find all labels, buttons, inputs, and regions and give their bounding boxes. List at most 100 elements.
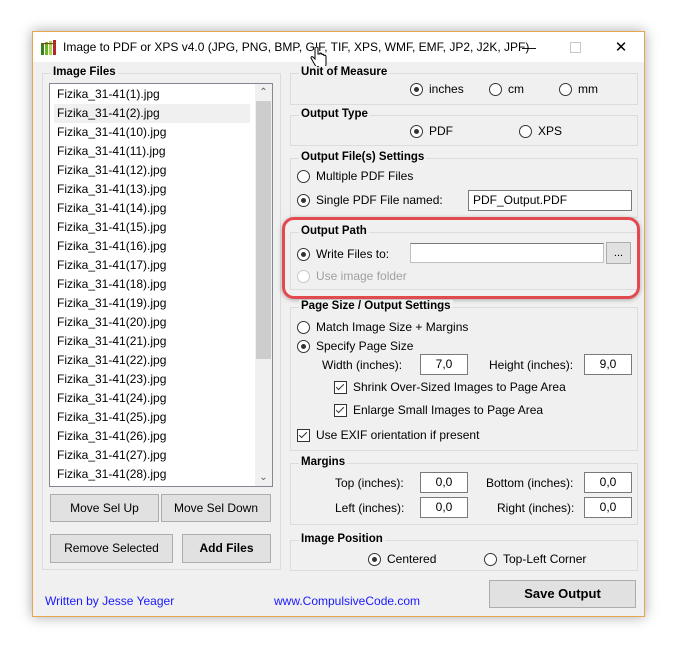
radio-unchecked-icon: [297, 169, 310, 183]
move-sel-down-button[interactable]: Move Sel Down: [161, 494, 271, 522]
unit-mm-radio[interactable]: mm: [559, 82, 598, 96]
file-list-item[interactable]: Fizika_31-41(2).jpg: [54, 104, 250, 123]
author-link[interactable]: Written by Jesse Yeager: [45, 594, 174, 608]
right-margin-input[interactable]: 0,0: [584, 497, 632, 518]
scroll-down-icon[interactable]: ⌄: [255, 469, 272, 486]
minimize-icon: —: [522, 39, 536, 55]
radio-checked-icon: [297, 339, 310, 353]
radio-checked-icon: [297, 193, 310, 207]
file-list-item[interactable]: Fizika_31-41(15).jpg: [54, 218, 250, 237]
move-sel-up-button[interactable]: Move Sel Up: [50, 494, 159, 522]
file-list-item[interactable]: Fizika_31-41(11).jpg: [54, 142, 250, 161]
unit-of-measure-group: Unit of Measure inches cm mm: [290, 66, 638, 105]
file-list-item[interactable]: Fizika_31-41(25).jpg: [54, 408, 250, 427]
output-pdf-radio[interactable]: PDF: [410, 124, 453, 138]
file-list-item[interactable]: Fizika_31-41(16).jpg: [54, 237, 250, 256]
single-pdf-radio[interactable]: Single PDF File named:: [297, 193, 443, 207]
website-link[interactable]: www.CompulsiveCode.com: [274, 594, 420, 608]
file-list-item[interactable]: Fizika_31-41(26).jpg: [54, 427, 250, 446]
checkbox-checked-icon: [297, 428, 310, 442]
use-exif-checkbox[interactable]: Use EXIF orientation if present: [297, 428, 479, 442]
file-list-item[interactable]: Fizika_31-41(12).jpg: [54, 161, 250, 180]
add-files-button[interactable]: Add Files: [182, 534, 271, 563]
radio-label: Single PDF File named:: [316, 193, 443, 207]
position-centered-radio[interactable]: Centered: [368, 552, 436, 566]
left-margin-input[interactable]: 0,0: [420, 497, 468, 518]
image-position-label: Image Position: [299, 533, 385, 545]
radio-label: PDF: [429, 124, 453, 138]
radio-label: Specify Page Size: [316, 339, 414, 353]
radio-label: XPS: [538, 124, 563, 138]
radio-unchecked-icon: [489, 82, 502, 96]
radio-label: inches: [429, 82, 464, 96]
file-list-item[interactable]: Fizika_31-41(14).jpg: [54, 199, 250, 218]
file-list-item[interactable]: Fizika_31-41(17).jpg: [54, 256, 250, 275]
remove-selected-button[interactable]: Remove Selected: [50, 534, 173, 563]
scroll-up-icon[interactable]: ⌃: [255, 84, 272, 101]
match-image-size-radio[interactable]: Match Image Size + Margins: [297, 320, 468, 334]
multiple-pdf-radio[interactable]: Multiple PDF Files: [297, 169, 413, 183]
page-size-group: Page Size / Output Settings Match Image …: [290, 300, 638, 451]
file-list-item[interactable]: Fizika_31-41(21).jpg: [54, 332, 250, 351]
height-input[interactable]: 9,0: [584, 354, 632, 375]
checkbox-label: Use EXIF orientation if present: [316, 428, 480, 442]
file-list-item[interactable]: Fizika_31-41(18).jpg: [54, 275, 250, 294]
margins-group: Margins Top (inches): 0,0 Bottom (inches…: [290, 456, 638, 525]
radio-label: Centered: [387, 552, 437, 566]
top-margin-label: Top (inches):: [335, 476, 404, 490]
title-bar[interactable]: Image to PDF or XPS v4.0 (JPG, PNG, BMP,…: [33, 32, 644, 69]
unit-inches-radio[interactable]: inches: [410, 82, 464, 96]
maximize-button[interactable]: [552, 32, 598, 62]
left-margin-label: Left (inches):: [335, 501, 405, 515]
save-output-button[interactable]: Save Output: [489, 580, 636, 608]
enlarge-small-checkbox[interactable]: Enlarge Small Images to Page Area: [334, 403, 543, 417]
bottom-margin-input[interactable]: 0,0: [584, 472, 632, 493]
output-type-group: Output Type PDF XPS: [290, 108, 638, 146]
width-input[interactable]: 7,0: [420, 354, 468, 375]
scroll-thumb[interactable]: [256, 101, 271, 359]
right-margin-label: Right (inches):: [497, 501, 575, 515]
unit-of-measure-label: Unit of Measure: [299, 66, 390, 78]
checkbox-checked-icon: [334, 403, 347, 417]
file-list-item[interactable]: Fizika_31-41(23).jpg: [54, 370, 250, 389]
file-list-item[interactable]: Fizika_31-41(24).jpg: [54, 389, 250, 408]
image-files-list[interactable]: Fizika_31-41(28).jpg Fizika_31-41(27).jpg…: [49, 83, 273, 487]
minimize-button[interactable]: —: [506, 32, 552, 62]
output-files-label: Output File(s) Settings: [299, 151, 427, 163]
file-list-item[interactable]: Fizika_31-41(28).jpg: [54, 465, 250, 484]
radio-unchecked-icon: [519, 124, 532, 138]
file-list-item[interactable]: Fizika_31-41(13).jpg: [54, 180, 250, 199]
app-window: Image to PDF or XPS v4.0 (JPG, PNG, BMP,…: [32, 31, 645, 617]
file-list-item[interactable]: Fizika_31-41(19).jpg: [54, 294, 250, 313]
close-icon: ✕: [614, 39, 628, 56]
radio-label: Match Image Size + Margins: [316, 320, 469, 334]
file-list-item[interactable]: Fizika_31-41(1).jpg: [54, 85, 250, 104]
radio-label: cm: [508, 82, 524, 96]
radio-checked-icon: [368, 552, 381, 566]
margins-label: Margins: [299, 456, 348, 468]
file-list-item[interactable]: Fizika_31-41(22).jpg: [54, 351, 250, 370]
list-scrollbar[interactable]: ⌃ ⌄: [255, 84, 272, 486]
file-list-item[interactable]: Fizika_31-41(10).jpg: [54, 123, 250, 142]
output-type-label: Output Type: [299, 108, 370, 120]
checkbox-label: Enlarge Small Images to Page Area: [353, 403, 544, 417]
pdf-filename-input[interactable]: PDF_Output.PDF: [468, 190, 632, 211]
radio-unchecked-icon: [297, 320, 310, 334]
top-margin-input[interactable]: 0,0: [420, 472, 468, 493]
radio-label: Multiple PDF Files: [316, 169, 414, 183]
shrink-oversized-checkbox[interactable]: Shrink Over-Sized Images to Page Area: [334, 380, 566, 394]
app-icon: [41, 40, 56, 55]
radio-label: Top-Left Corner: [503, 552, 587, 566]
specify-page-size-radio[interactable]: Specify Page Size: [297, 339, 413, 353]
close-button[interactable]: ✕: [598, 32, 644, 62]
file-list-item[interactable]: Fizika_31-41(27).jpg: [54, 446, 250, 465]
position-top-left-radio[interactable]: Top-Left Corner: [484, 552, 586, 566]
image-position-group: Image Position Centered Top-Left Corner: [290, 533, 638, 571]
output-path-highlight: [282, 217, 640, 299]
file-list-item[interactable]: Fizika_31-41(20).jpg: [54, 313, 250, 332]
bottom-margin-label: Bottom (inches):: [486, 476, 574, 490]
unit-cm-radio[interactable]: cm: [489, 82, 524, 96]
output-xps-radio[interactable]: XPS: [519, 124, 562, 138]
checkbox-checked-icon: [334, 380, 347, 394]
page-size-label: Page Size / Output Settings: [299, 300, 453, 312]
